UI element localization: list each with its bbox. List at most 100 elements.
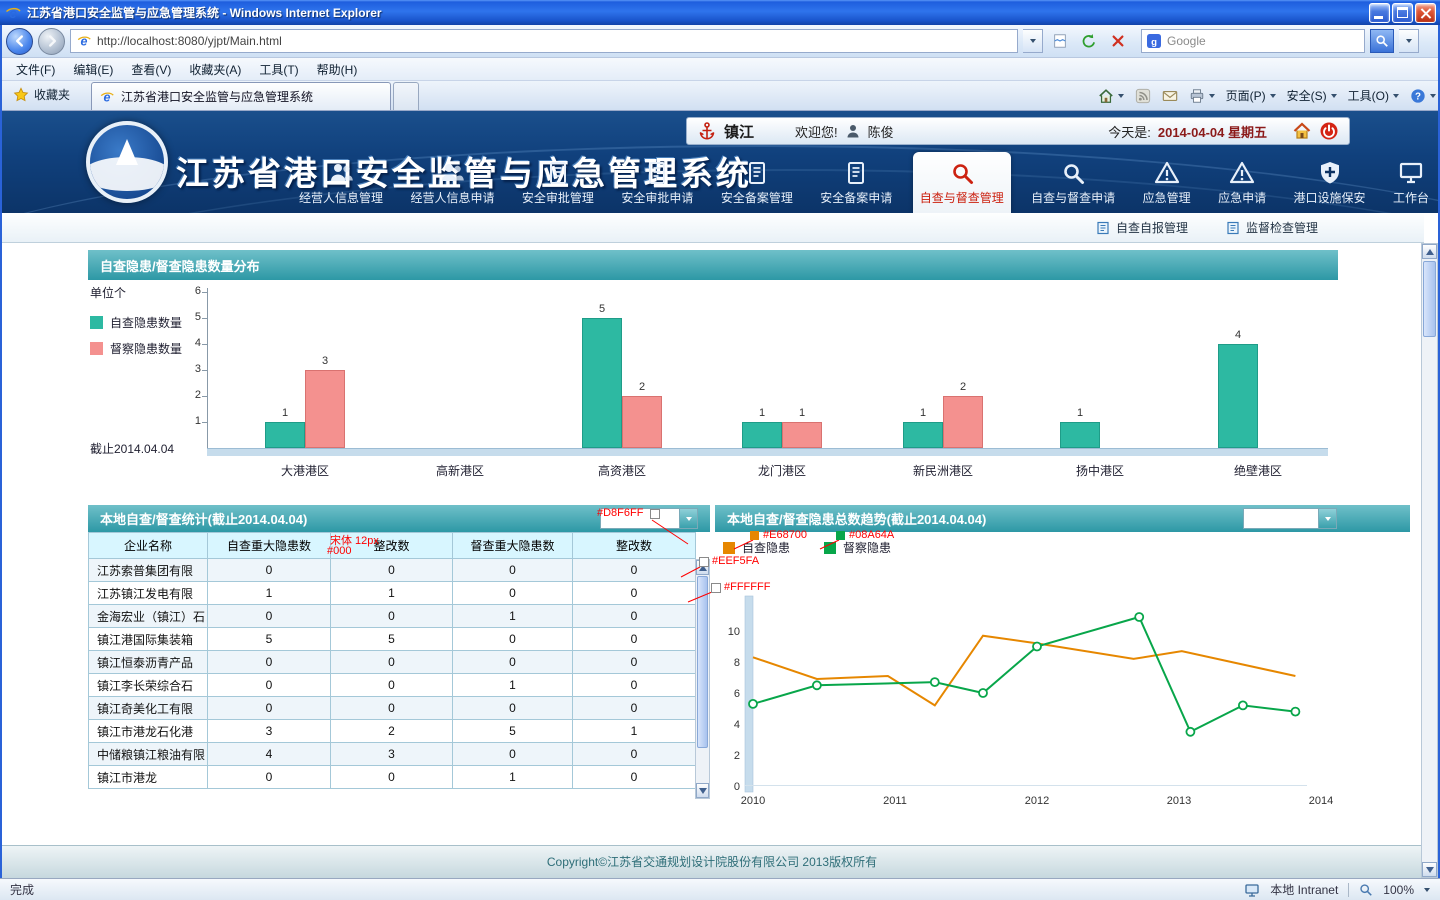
stat-value: 0 — [208, 559, 331, 582]
table-row[interactable]: 镇江市港龙石化港3251 — [89, 720, 696, 743]
scroll-thumb[interactable] — [697, 576, 708, 748]
tools-menu-button[interactable]: 工具(O) — [1348, 87, 1399, 104]
nav-item[interactable]: 港口设施保安 — [1287, 152, 1373, 213]
back-button[interactable] — [6, 28, 33, 55]
feeds-button[interactable] — [1135, 88, 1151, 104]
subnav-item[interactable]: 监督检查管理 — [1226, 219, 1318, 236]
legend-swatch — [90, 342, 103, 355]
read-mail-button[interactable] — [1162, 88, 1178, 104]
bar-y-tick-label: 6 — [173, 285, 201, 297]
new-tab-stub[interactable] — [393, 82, 419, 110]
help-button[interactable]: ? — [1410, 88, 1436, 104]
logout-icon[interactable] — [1319, 121, 1339, 141]
restore-button[interactable] — [1392, 3, 1413, 23]
table-row[interactable]: 镇江市港龙0010 — [89, 766, 696, 789]
stat-value: 5 — [208, 628, 331, 651]
warn-icon — [1154, 160, 1180, 186]
svg-text:10: 10 — [728, 626, 740, 638]
trend-legend-item: 督察隐患 — [824, 539, 891, 556]
bar-self-check — [742, 422, 782, 448]
security-zone-label: 本地 Intranet — [1270, 881, 1338, 898]
browser-tab-active[interactable]: e 江苏省港口安全监管与应急管理系统 — [91, 82, 391, 110]
table-row[interactable]: 金海宏业（镇江）石0010 — [89, 605, 696, 628]
menu-item[interactable]: 编辑(E) — [65, 59, 121, 80]
nav-item-label: 经营人信息管理 — [299, 189, 383, 206]
nav-item[interactable]: 自查与督查申请 — [1024, 152, 1122, 213]
bar-self-check — [1218, 344, 1258, 448]
table-row[interactable]: 镇江港国际集装箱5500 — [89, 628, 696, 651]
search-icon — [1375, 34, 1389, 48]
company-name: 镇江恒泰沥青产品 — [89, 651, 208, 674]
scroll-thumb[interactable] — [1423, 261, 1436, 337]
nav-item[interactable]: 安全备案管理 — [714, 152, 800, 213]
table-row[interactable]: 镇江李长荣综合石0010 — [89, 674, 696, 697]
stat-value: 0 — [208, 697, 331, 720]
page-scrollbar[interactable] — [1421, 243, 1438, 878]
nav-item[interactable]: 应急申请 — [1211, 152, 1273, 213]
print-button[interactable] — [1189, 88, 1215, 104]
column-header: 督查重大隐患数 — [453, 533, 573, 559]
scroll-down-button[interactable] — [1422, 862, 1437, 877]
menu-item[interactable]: 收藏夹(A) — [181, 59, 249, 80]
url-field[interactable]: e http://localhost:8080/yjpt/Main.html — [70, 29, 1018, 53]
table-row[interactable]: 镇江奇美化工有限0000 — [89, 697, 696, 720]
dropdown-button[interactable] — [1318, 509, 1336, 528]
home-button[interactable] — [1098, 88, 1124, 104]
table-row[interactable]: 镇江恒泰沥青产品0000 — [89, 651, 696, 674]
zoom-level[interactable]: 100% — [1383, 883, 1414, 897]
safety-menu-button[interactable]: 安全(S) — [1287, 87, 1337, 104]
menu-item[interactable]: 工具(T) — [251, 59, 306, 80]
nav-item[interactable]: 经营人信息申请 — [403, 152, 501, 213]
stop-button[interactable] — [1106, 30, 1130, 52]
search-placeholder: Google — [1167, 34, 1359, 48]
scroll-down-button[interactable] — [696, 783, 709, 798]
refresh-button[interactable] — [1077, 30, 1101, 52]
url-text: http://localhost:8080/yjpt/Main.html — [97, 34, 1012, 48]
trend-period-select[interactable] — [1243, 508, 1337, 529]
nav-item[interactable]: 安全审批管理 — [515, 152, 601, 213]
company-name: 中储粮镇江粮油有限 — [89, 743, 208, 766]
bar-y-tick — [202, 344, 207, 345]
svg-text:2: 2 — [734, 750, 740, 762]
scroll-up-button[interactable] — [1422, 244, 1437, 259]
bar-value-label: 1 — [265, 407, 305, 419]
menu-item[interactable]: 文件(F) — [8, 59, 63, 80]
nav-item[interactable]: 工作台 — [1386, 152, 1436, 213]
compatibility-view-button[interactable] — [1048, 30, 1072, 52]
nav-item-label: 安全审批管理 — [522, 189, 594, 206]
page-menu-button[interactable]: 页面(P) — [1226, 87, 1276, 104]
home-shortcut-icon[interactable] — [1292, 121, 1312, 141]
search-go-button[interactable] — [1370, 29, 1394, 53]
close-button[interactable] — [1415, 3, 1436, 23]
user-name[interactable]: 陈俊 — [868, 122, 894, 141]
nav-item[interactable]: 经营人信息管理 — [292, 152, 390, 213]
table-scrollbar[interactable] — [695, 559, 710, 799]
window-titlebar[interactable]: e 江苏省港口安全监管与应急管理系统 - Windows Internet Ex… — [0, 0, 1440, 25]
url-history-dropdown[interactable] — [1023, 29, 1043, 53]
menu-item[interactable]: 帮助(H) — [309, 59, 366, 80]
nav-item[interactable]: 应急管理 — [1136, 152, 1198, 213]
minimize-button[interactable] — [1369, 3, 1390, 23]
stat-value: 1 — [208, 582, 331, 605]
table-row[interactable]: 中储粮镇江粮油有限4300 — [89, 743, 696, 766]
nav-item[interactable]: 安全备案申请 — [813, 152, 899, 213]
shield-icon — [1317, 160, 1343, 186]
subnav-item[interactable]: 自查自报管理 — [1096, 219, 1188, 236]
trend-legend-item: 自查隐患 — [723, 539, 790, 556]
table-row[interactable]: 江苏镇江发电有限1100 — [89, 582, 696, 605]
bar-y-tick-label: 4 — [173, 337, 201, 349]
stat-value: 2 — [331, 720, 453, 743]
dropdown-button[interactable] — [679, 509, 697, 528]
nav-item-active[interactable]: 自查与督查管理 — [913, 152, 1011, 213]
search-options-dropdown[interactable] — [1399, 29, 1419, 53]
app-logo — [86, 121, 168, 203]
favorites-button[interactable]: 收藏夹 — [4, 82, 79, 107]
bar-value-label: 1 — [742, 407, 782, 419]
menu-item[interactable]: 查看(V) — [123, 59, 179, 80]
table-row[interactable]: 江苏索普集团有限0000 — [89, 559, 696, 582]
sub-nav: 自查自报管理 监督检查管理 — [0, 213, 1424, 243]
search-input[interactable]: g Google — [1141, 29, 1365, 53]
trend-legend: 自查隐患 督察隐患 — [723, 539, 891, 556]
forward-button[interactable] — [38, 28, 65, 55]
nav-item[interactable]: 安全审批申请 — [614, 152, 700, 213]
